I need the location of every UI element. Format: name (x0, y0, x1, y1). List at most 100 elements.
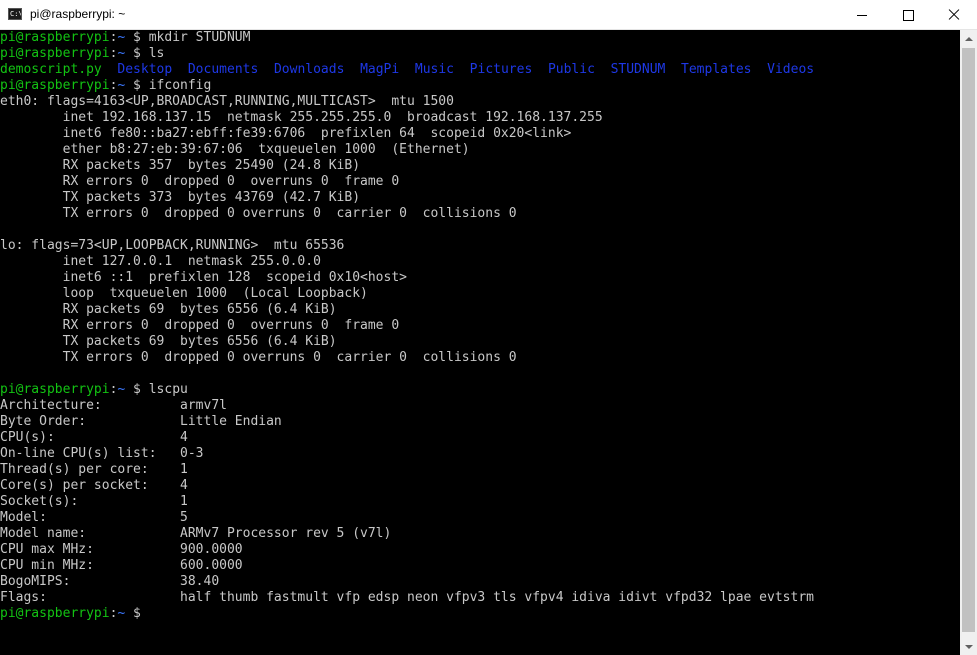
terminal-text: STUDNUM (610, 62, 666, 77)
terminal-text: RX packets 69 bytes 6556 (6.4 KiB) (0, 302, 337, 317)
terminal-text: pi@raspberrypi (0, 78, 110, 93)
terminal-line: inet 127.0.0.1 netmask 255.0.0.0 (0, 254, 960, 270)
terminal-line: CPU min MHz: 600.0000 (0, 558, 960, 574)
terminal-text: $ (125, 606, 149, 621)
title-bar[interactable]: C:\ pi@raspberrypi: ~ (0, 0, 977, 30)
terminal-line: Architecture: armv7l (0, 398, 960, 414)
terminal-text: mkdir STUDNUM (148, 30, 251, 45)
terminal-text: Music (414, 62, 455, 77)
terminal-line: TX errors 0 dropped 0 overruns 0 carrier… (0, 350, 960, 366)
terminal-text: TX packets 373 bytes 43769 (42.7 KiB) (0, 190, 361, 205)
terminal-text: RX errors 0 dropped 0 overruns 0 frame 0 (0, 174, 400, 189)
minimize-button[interactable] (839, 0, 885, 30)
terminal-line: TX packets 373 bytes 43769 (42.7 KiB) (0, 190, 960, 206)
terminal-text: Desktop (117, 62, 173, 77)
vertical-scrollbar[interactable] (960, 30, 977, 655)
terminal-text: $ (125, 46, 149, 61)
console-app-icon[interactable]: C:\ (8, 8, 22, 20)
terminal-text: pi@raspberrypi (0, 606, 110, 621)
terminal-line: pi@raspberrypi:~ $ lscpu (0, 382, 960, 398)
terminal-text: Downloads (273, 62, 345, 77)
terminal-line: RX errors 0 dropped 0 overruns 0 frame 0 (0, 174, 960, 190)
terminal-text: eth0: flags=4163<UP,BROADCAST,RUNNING,MU… (0, 94, 454, 109)
terminal-line: pi@raspberrypi:~ $ ifconfig (0, 78, 960, 94)
maximize-button[interactable] (885, 0, 931, 30)
terminal-line: inet6 ::1 prefixlen 128 scopeid 0x10<hos… (0, 270, 960, 286)
scroll-down-button[interactable] (960, 638, 977, 655)
terminal-text: Flags: half thumb fastmult vfp edsp neon… (0, 590, 814, 605)
terminal-line: pi@raspberrypi:~ $ mkdir STUDNUM (0, 30, 960, 46)
terminal-text: demoscript.py (0, 62, 102, 77)
terminal-text: pi@raspberrypi (0, 30, 110, 45)
terminal-text: On-line CPU(s) list: 0-3 (0, 446, 204, 461)
terminal-line: RX errors 0 dropped 0 overruns 0 frame 0 (0, 318, 960, 334)
terminal-line: pi@raspberrypi:~ $ ls (0, 46, 960, 62)
terminal-text: BogoMIPS: 38.40 (0, 574, 220, 589)
terminal-text: $ (125, 30, 149, 45)
terminal-line: lo: flags=73<UP,LOOPBACK,RUNNING> mtu 65… (0, 238, 960, 254)
terminal-text: lo: flags=73<UP,LOOPBACK,RUNNING> mtu 65… (0, 238, 345, 253)
terminal-text: loop txqueuelen 1000 (Local Loopback) (0, 286, 368, 301)
terminal-text: ether b8:27:eb:39:67:06 txqueuelen 1000 … (0, 142, 470, 157)
terminal-window: C:\ pi@raspberrypi: ~ pi@raspberrypi:~ $… (0, 0, 977, 655)
terminal-line: inet6 fe80::ba27:ebff:fe39:6706 prefixle… (0, 126, 960, 142)
terminal-line: Thread(s) per core: 1 (0, 462, 960, 478)
terminal-text: TX errors 0 dropped 0 overruns 0 carrier… (0, 350, 517, 365)
terminal-text: TX errors 0 dropped 0 overruns 0 carrier… (0, 206, 517, 221)
close-icon (948, 9, 960, 21)
terminal-text: Core(s) per socket: 4 (0, 478, 188, 493)
terminal-line: loop txqueuelen 1000 (Local Loopback) (0, 286, 960, 302)
terminal-text: Socket(s): 1 (0, 494, 188, 509)
terminal-text: pi@raspberrypi (0, 46, 110, 61)
terminal-line: On-line CPU(s) list: 0-3 (0, 446, 960, 462)
terminal-line: CPU max MHz: 900.0000 (0, 542, 960, 558)
terminal-text: Architecture: armv7l (0, 398, 227, 413)
terminal-line: inet 192.168.137.15 netmask 255.255.255.… (0, 110, 960, 126)
terminal-line: demoscript.py Desktop Documents Download… (0, 62, 960, 78)
terminal-text: ifconfig (148, 78, 212, 93)
terminal-line: TX packets 69 bytes 6556 (6.4 KiB) (0, 334, 960, 350)
chevron-up-icon (964, 36, 973, 41)
terminal-line: pi@raspberrypi:~ $ (0, 606, 960, 622)
terminal-line: RX packets 357 bytes 25490 (24.8 KiB) (0, 158, 960, 174)
terminal-output[interactable]: pi@raspberrypi:~ $ mkdir STUDNUM pi@raspb… (0, 30, 960, 655)
terminal-line: Flags: half thumb fastmult vfp edsp neon… (0, 590, 960, 606)
terminal-text: inet6 fe80::ba27:ebff:fe39:6706 prefixle… (0, 126, 572, 141)
terminal-line: Model name: ARMv7 Processor rev 5 (v7l) (0, 526, 960, 542)
terminal-line: CPU(s): 4 (0, 430, 960, 446)
terminal-text: CPU max MHz: 900.0000 (0, 542, 243, 557)
scroll-up-button[interactable] (960, 30, 977, 47)
terminal-text: lscpu (148, 382, 188, 397)
chevron-down-icon (964, 644, 973, 649)
terminal-line: Core(s) per socket: 4 (0, 478, 960, 494)
maximize-icon (902, 9, 914, 21)
terminal-text: Videos (767, 62, 815, 77)
terminal-text: CPU(s): 4 (0, 430, 188, 445)
terminal-text: Pictures (469, 62, 533, 77)
terminal-text: Model name: ARMv7 Processor rev 5 (v7l) (0, 526, 392, 541)
close-button[interactable] (931, 0, 977, 30)
terminal-line: Byte Order: Little Endian (0, 414, 960, 430)
terminal-text: TX packets 69 bytes 6556 (6.4 KiB) (0, 334, 337, 349)
scrollbar-thumb[interactable] (962, 48, 975, 632)
terminal-text: ls (148, 46, 165, 61)
terminal-line: ether b8:27:eb:39:67:06 txqueuelen 1000 … (0, 142, 960, 158)
terminal-text: Templates (681, 62, 752, 77)
terminal-line: BogoMIPS: 38.40 (0, 574, 960, 590)
terminal-text: Byte Order: Little Endian (0, 414, 282, 429)
terminal-text: inet6 ::1 prefixlen 128 scopeid 0x10<hos… (0, 270, 407, 285)
terminal-line: Model: 5 (0, 510, 960, 526)
terminal-text: inet 127.0.0.1 netmask 255.0.0.0 (0, 254, 321, 269)
terminal-text: RX errors 0 dropped 0 overruns 0 frame 0 (0, 318, 400, 333)
terminal-text: $ (125, 78, 149, 93)
terminal-text: Public (547, 62, 595, 77)
